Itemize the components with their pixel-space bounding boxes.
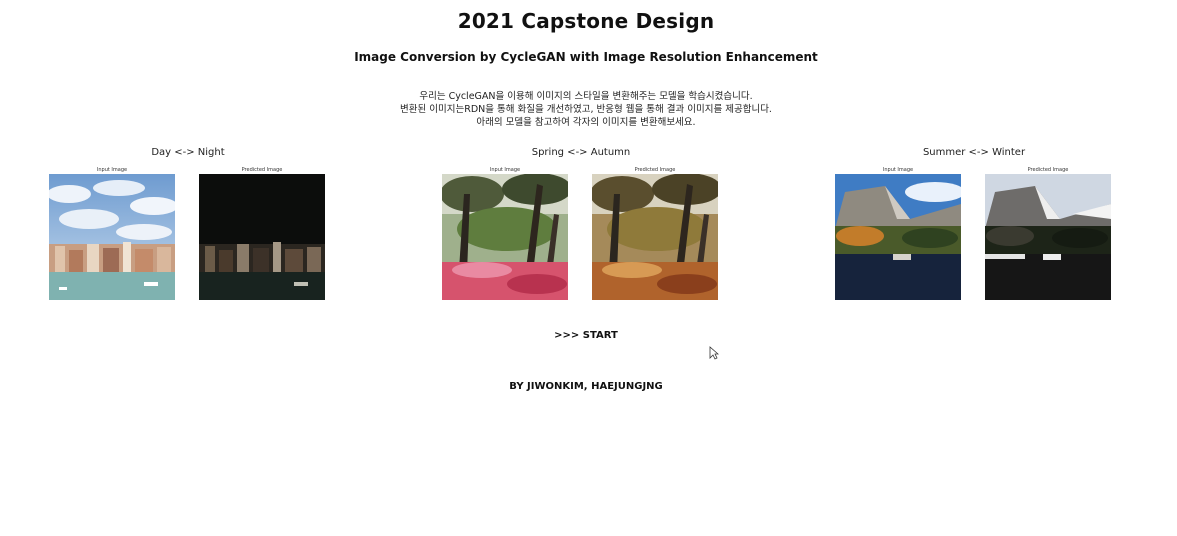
panel-label: Input Image xyxy=(96,167,128,173)
input-image-panel: Input Image xyxy=(835,166,961,300)
panel-label: Predicted Image xyxy=(241,167,283,173)
spring-forest-image xyxy=(442,174,568,300)
page-subtitle: Image Conversion by CycleGAN with Image … xyxy=(354,50,818,64)
panel-label: Predicted Image xyxy=(634,167,676,173)
day-city-image xyxy=(49,174,175,300)
description-line: 우리는 CycleGAN을 이용해 이미지의 스타일을 변환해주는 모델을 학습… xyxy=(419,91,753,102)
panel-label: Input Image xyxy=(882,167,914,173)
start-link[interactable]: >>> START xyxy=(0,330,1172,341)
example-title: Summer <-> Winter xyxy=(922,147,1026,158)
predicted-image-panel: Predicted Image xyxy=(985,166,1111,300)
example-title: Spring <-> Autumn xyxy=(531,147,631,158)
input-image-panel: Input Image xyxy=(49,166,175,300)
description: 우리는 CycleGAN을 이용해 이미지의 스타일을 변환해주는 모델을 학습… xyxy=(0,90,1172,129)
example-spring-autumn: Spring <-> Autumn Input Image Predicted … xyxy=(441,146,721,300)
description-line: 변환된 이미지는RDN을 통해 화질을 개선하였고, 반응형 웹을 통해 결과 … xyxy=(400,104,772,115)
night-city-image xyxy=(199,174,325,300)
panel-label: Input Image xyxy=(489,167,521,173)
autumn-forest-image xyxy=(592,174,718,300)
page-title: 2021 Capstone Design xyxy=(457,9,715,33)
winter-lake-image xyxy=(985,174,1111,300)
description-line: 아래의 모델을 참고하여 각자의 이미지를 변환해보세요. xyxy=(476,117,696,128)
author-credit: BY JIWONKIM, HAEJUNGJNG xyxy=(509,381,663,392)
panel-label: Predicted Image xyxy=(1027,167,1069,173)
input-image-panel: Input Image xyxy=(442,166,568,300)
example-summer-winter: Summer <-> Winter Input Image Predicted … xyxy=(834,146,1114,300)
example-title: Day <-> Night xyxy=(151,147,225,158)
predicted-image-panel: Predicted Image xyxy=(592,166,718,300)
example-day-night: Day <-> Night Input Image Predicted Imag… xyxy=(48,146,328,300)
mouse-pointer-icon xyxy=(709,346,719,360)
predicted-image-panel: Predicted Image xyxy=(199,166,325,300)
summer-lake-image xyxy=(835,174,961,300)
